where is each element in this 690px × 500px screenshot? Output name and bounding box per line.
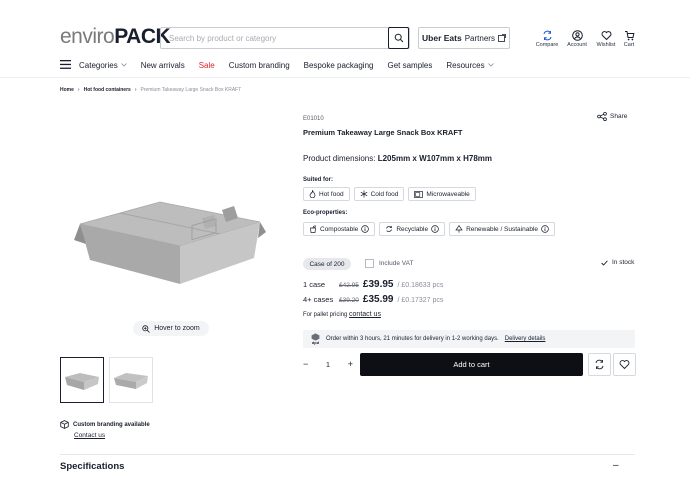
box-icon <box>60 420 69 429</box>
suited-for-label: Suited for: <box>303 177 333 183</box>
nav-custom-branding[interactable]: Custom branding <box>229 61 290 70</box>
nav-bespoke-packaging[interactable]: Bespoke packaging <box>304 61 374 70</box>
breadcrumb-category[interactable]: Hot food containers <box>84 87 131 93</box>
chevron-right-icon: › <box>77 87 80 93</box>
spec-divider <box>60 454 635 455</box>
old-price: £39.20 <box>339 297 359 304</box>
share-icon <box>597 112 607 121</box>
thumbnail-2[interactable] <box>109 357 153 403</box>
menu-icon[interactable] <box>60 59 71 71</box>
share-button[interactable]: Share <box>597 112 627 121</box>
uber-eats-brand: Uber Eats <box>422 33 462 43</box>
contact-us-link[interactable]: Contact us <box>74 432 150 439</box>
thumbnail-1[interactable] <box>60 357 104 403</box>
check-icon <box>601 259 608 266</box>
tree-icon <box>455 225 463 233</box>
uber-eats-partners-link[interactable]: Uber Eats Partners <box>418 27 510 49</box>
breadcrumb: Home › Hot food containers › Premium Tak… <box>60 87 241 93</box>
compare-icon <box>595 359 604 370</box>
chip-microwaveable: Microwaveable <box>408 187 476 201</box>
pallet-pricing: For pallet pricing contact us <box>303 311 381 318</box>
quantity-value[interactable]: 1 <box>326 360 330 369</box>
compare-icon <box>543 30 551 41</box>
site-header: enviroPACK Uber Eats Partners Compare Ac… <box>0 0 690 52</box>
delivery-details-link[interactable]: Delivery details <box>505 336 546 342</box>
chevron-down-icon <box>487 63 494 67</box>
info-icon <box>431 225 439 233</box>
heart-icon <box>619 360 630 370</box>
product-title: Premium Takeaway Large Snack Box KRAFT <box>303 128 463 137</box>
search-input[interactable] <box>161 28 389 48</box>
unit-price: / £0.17327 pcs <box>397 297 444 304</box>
pallet-contact-link[interactable]: contact us <box>349 311 381 318</box>
chevron-right-icon: › <box>134 87 137 93</box>
chip-recyclable[interactable]: Recyclable <box>379 222 446 236</box>
case-size-option[interactable]: Case of 200 <box>303 258 351 270</box>
nav-divider <box>0 77 690 78</box>
chip-hot-food: Hot food <box>303 187 350 201</box>
current-price: £39.95 <box>362 279 394 290</box>
snowflake-icon <box>360 190 367 198</box>
compare-product-button[interactable] <box>588 353 611 376</box>
specifications-heading[interactable]: Specifications <box>60 461 124 472</box>
chip-cold-food: Cold food <box>353 187 405 201</box>
search-button[interactable] <box>388 27 409 49</box>
increase-button[interactable]: + <box>348 359 353 369</box>
search-box <box>160 27 410 49</box>
decrease-button[interactable]: − <box>303 359 308 369</box>
cart-icon <box>624 31 634 41</box>
current-price: £35.99 <box>362 294 394 305</box>
specifications-toggle[interactable]: – <box>613 460 619 471</box>
product-dimensions: Product dimensions: L205mm x W107mm x H7… <box>303 154 492 163</box>
breadcrumb-home[interactable]: Home <box>60 87 74 93</box>
flame-icon <box>309 190 316 198</box>
uber-eats-label: Partners <box>464 33 495 43</box>
search-icon <box>394 33 403 43</box>
eco-properties-list: Compostable Recyclable Renewable / Susta… <box>303 222 556 236</box>
delivery-text: Order within 3 hours, 21 minutes for del… <box>326 336 499 342</box>
chip-compostable[interactable]: Compostable <box>303 222 376 236</box>
breadcrumb-current: Premium Takeaway Large Snack Box KRAFT <box>140 87 242 93</box>
old-price: £42.95 <box>339 282 359 289</box>
add-to-cart-button[interactable]: Add to cart <box>360 353 583 376</box>
cart-button[interactable]: Cart <box>612 30 646 48</box>
main-nav: Categories New arrivals Sale Custom bran… <box>60 58 508 72</box>
delivery-banner: dpd Order within 3 hours, 21 minutes for… <box>303 330 635 348</box>
nav-categories[interactable]: Categories <box>79 61 127 70</box>
dpd-logo: dpd <box>311 333 320 345</box>
info-icon <box>361 225 370 233</box>
hover-to-zoom[interactable]: Hover to zoom <box>133 321 209 336</box>
nav-new-arrivals[interactable]: New arrivals <box>141 61 185 70</box>
eco-properties-label: Eco-properties: <box>303 210 348 216</box>
nav-get-samples[interactable]: Get samples <box>387 61 432 70</box>
price-row-1-case: 1 case £42.95 £39.95 / £0.18633 pcs <box>303 279 444 290</box>
chevron-down-icon <box>120 63 127 67</box>
add-to-wishlist-button[interactable] <box>613 353 636 376</box>
recycle-icon <box>386 226 393 232</box>
product-sku: E01010 <box>303 116 324 122</box>
unit-price: / £0.18633 pcs <box>397 282 444 289</box>
compost-icon <box>310 225 316 233</box>
include-vat-toggle[interactable]: Include VAT <box>365 259 413 268</box>
microwave-icon <box>414 190 424 198</box>
stock-status: In stock <box>601 259 634 266</box>
account-icon <box>571 30 583 41</box>
info-icon <box>541 225 549 233</box>
product-main-image[interactable] <box>72 180 267 290</box>
external-link-icon <box>498 34 506 42</box>
site-logo[interactable]: enviroPACK <box>60 26 171 48</box>
chip-renewable[interactable]: Renewable / Sustainable <box>449 222 556 236</box>
vat-checkbox[interactable] <box>365 259 374 268</box>
nav-sale[interactable]: Sale <box>199 61 215 70</box>
compare-button[interactable]: Compare <box>530 30 564 48</box>
heart-icon <box>601 31 611 41</box>
zoom-icon <box>142 324 151 333</box>
suited-for-list: Hot food Cold food Microwaveable <box>303 187 476 201</box>
quantity-stepper: − 1 + <box>303 355 353 373</box>
nav-resources[interactable]: Resources <box>446 61 494 70</box>
price-row-4-cases: 4+ cases £39.20 £35.99 / £0.17327 pcs <box>303 294 444 305</box>
custom-branding-callout: Custom branding available Contact us <box>60 420 150 439</box>
